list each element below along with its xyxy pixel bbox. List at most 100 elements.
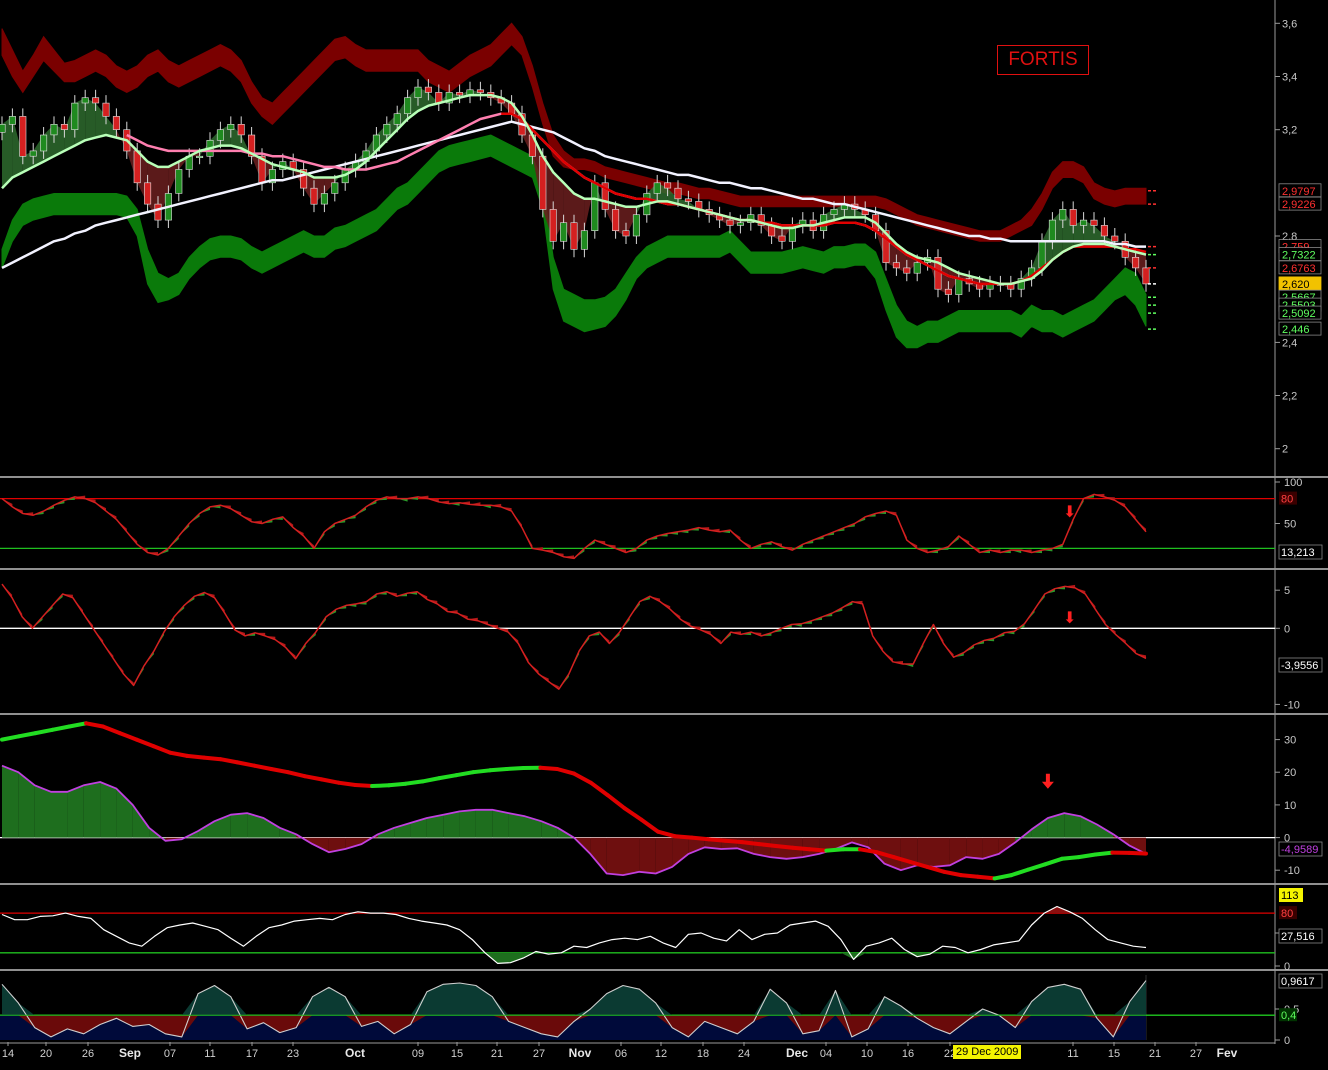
signal-line [975,874,997,881]
candle [331,182,339,194]
panel-value-tag: 27,516 [1278,928,1323,944]
candle [726,219,734,226]
panel-value-label: 0,9617 [1281,976,1315,988]
date-tick-label: 27 [1190,1048,1202,1060]
price-tag-label: 2,7322 [1282,250,1316,262]
candle [404,97,412,114]
candle [81,97,89,104]
date-tick-label: 15 [451,1048,463,1060]
date-tick-label: 21 [1149,1048,1161,1060]
signal-line [504,766,526,771]
candle [175,169,183,194]
level-tag: 80 [1279,491,1297,506]
candle [612,209,620,231]
candle [476,89,484,93]
candle [903,267,911,274]
histogram-area [443,811,460,838]
candle [684,198,692,202]
candle [60,124,68,130]
level-tag-label: 80 [1281,494,1293,506]
signal-line [1093,850,1115,857]
panel-tick-label: 5 [1284,585,1290,597]
level-tag: 0,4 [1279,1008,1297,1022]
panel-value-tag: -4,9589 [1278,841,1323,857]
candle [112,116,120,131]
date-tick-label: 11 [204,1048,215,1060]
candle [310,187,318,205]
candle [632,214,640,237]
signal-line [824,847,846,853]
signal-line [723,838,745,845]
date-tick-label: 18 [697,1048,709,1060]
candle [227,124,235,130]
panel-tick-label: 50 [1284,519,1296,531]
month-tick-label: Nov [569,1046,592,1060]
panel-value-tag: 0,9617 [1278,973,1323,989]
candle [424,86,432,93]
signal-line [353,783,375,788]
signal-line [471,768,492,775]
signal-line [201,755,223,762]
signal-line [1127,850,1148,856]
price-tick-label: 2,2 [1282,391,1297,403]
candle [50,124,58,136]
signal-line [386,781,408,788]
histogram-area [606,837,623,876]
price-tag: 2,6763 [1278,260,1322,275]
signal-line [185,753,206,760]
candle [653,182,661,194]
candle [133,150,141,184]
candle [560,222,568,242]
panel-value-tag: 13,213 [1278,544,1323,560]
candle [29,150,37,157]
panel-tick-label: 10 [1284,800,1296,812]
month-tick-label: Dec [786,1046,808,1060]
signal-line [740,840,762,847]
candle [892,262,900,269]
date-tick-label: 27 [533,1048,545,1060]
down-arrow-icon: ⬇ [1063,502,1076,521]
candle [1038,241,1046,269]
panel-tick-label: 0 [1284,1035,1290,1047]
histogram-area [966,837,983,859]
price-tag: 2,9226 [1278,196,1322,211]
signal-line [1076,852,1098,860]
candle [393,113,401,125]
candle [92,97,100,104]
price-tag: 2,446 [1278,321,1322,336]
candle [674,187,682,200]
candle [71,102,79,130]
panel-tick-label: 0 [1284,623,1290,635]
candle [830,209,838,215]
signal-line [1059,855,1081,861]
date-tick-label: 24 [738,1048,750,1060]
cursor-date-badge: 29 Dec 2009 [953,1045,1022,1059]
level-tag-label: 0,4 [1281,1010,1296,1022]
candle [778,235,786,242]
candle [1048,219,1056,242]
signal-line [958,873,980,879]
histogram-area [2,765,19,838]
panel-value-label: -4,9589 [1281,844,1318,856]
histogram-area [34,785,51,838]
signal-line [706,837,728,843]
date-tick-label: 09 [412,1048,424,1060]
candle [8,116,16,125]
candle [944,288,952,295]
candle [913,262,921,274]
panel-tick-label: 0 [1284,961,1290,973]
level-tag-label: 80 [1281,908,1293,920]
date-tick-label: 10 [861,1048,873,1060]
signal-line [403,779,425,786]
candle [622,230,630,237]
date-tick-label: 26 [82,1048,94,1060]
signal-line [487,767,509,773]
candle [216,129,224,141]
candle [580,230,588,250]
candle [40,134,48,152]
candle [383,124,391,136]
top-value-label: 113 [1281,890,1299,902]
date-tick-label: 23 [287,1048,299,1060]
histogram-area [51,791,68,838]
price-tick-label: 3,4 [1282,72,1297,84]
